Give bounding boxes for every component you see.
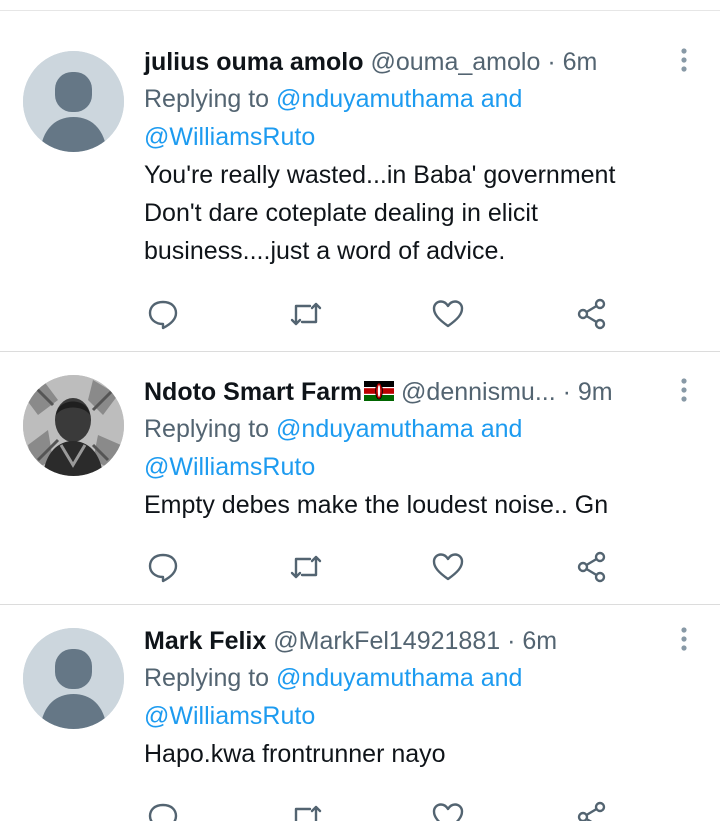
- avatar[interactable]: [23, 51, 124, 152]
- user-handle[interactable]: @dennismu...: [401, 378, 556, 406]
- retweet-icon[interactable]: [288, 549, 324, 585]
- share-icon[interactable]: [574, 549, 610, 585]
- replying-prefix: Replying to: [144, 415, 270, 443]
- tweet-header: Mark Felix @MarkFel14921881 · 6m: [144, 623, 720, 659]
- reply-icon[interactable]: [145, 799, 181, 821]
- tweet-text-line: Don't dare coteplate dealing in elicit: [144, 199, 538, 227]
- mention-conjunction: and: [480, 664, 523, 692]
- mention-link[interactable]: @nduyamuthama: [276, 85, 474, 113]
- tweet-3[interactable]: Mark Felix @MarkFel14921881 · 6m Replyin…: [0, 605, 720, 821]
- more-vertical-icon[interactable]: [674, 625, 694, 653]
- tweet-text-line: You're really wasted...in Baba' governme…: [144, 161, 616, 189]
- more-vertical-icon[interactable]: [674, 46, 694, 74]
- replying-to-second: @WilliamsRuto: [144, 118, 720, 156]
- user-handle[interactable]: @ouma_amolo: [370, 48, 540, 76]
- tweet-text-line: Empty debes make the loudest noise.. Gn: [144, 491, 609, 519]
- share-icon[interactable]: [574, 799, 610, 821]
- display-name[interactable]: julius ouma amolo: [144, 48, 363, 76]
- tweet-text-line: Hapo.kwa frontrunner nayo: [144, 740, 446, 768]
- heart-icon[interactable]: [430, 296, 466, 332]
- replying-to-second: @WilliamsRuto: [144, 697, 720, 735]
- more-vertical-icon[interactable]: [674, 376, 694, 404]
- timestamp[interactable]: 9m: [578, 378, 613, 406]
- replying-to-second: @WilliamsRuto: [144, 448, 720, 486]
- avatar[interactable]: [23, 375, 124, 476]
- timestamp[interactable]: 6m: [522, 627, 557, 655]
- avatar[interactable]: [23, 628, 124, 729]
- tweet-1[interactable]: julius ouma amolo @ouma_amolo · 6m Reply…: [0, 0, 720, 351]
- replying-prefix: Replying to: [144, 664, 270, 692]
- action-bar: [0, 549, 720, 589]
- replying-to: Replying to @nduyamuthama and: [144, 410, 720, 448]
- kenya-flag-icon: [364, 381, 395, 402]
- share-icon[interactable]: [574, 296, 610, 332]
- action-bar: [0, 799, 720, 821]
- retweet-icon[interactable]: [288, 296, 324, 332]
- retweet-icon[interactable]: [288, 799, 324, 821]
- mention-conjunction: and: [480, 415, 523, 443]
- separator-dot: ·: [547, 48, 556, 76]
- mention-link[interactable]: @WilliamsRuto: [144, 123, 315, 151]
- mention-link[interactable]: @nduyamuthama: [276, 415, 474, 443]
- separator-dot: ·: [507, 627, 516, 655]
- display-name[interactable]: Mark Felix: [144, 627, 266, 655]
- tweet-header: Ndoto Smart Farm @dennismu... · 9m: [144, 374, 720, 410]
- mention-link[interactable]: @WilliamsRuto: [144, 702, 315, 730]
- heart-icon[interactable]: [430, 549, 466, 585]
- default-avatar-icon: [23, 628, 124, 729]
- tweet-text: You're really wasted...in Baba' governme…: [144, 156, 720, 270]
- timestamp[interactable]: 6m: [563, 48, 598, 76]
- mention-link[interactable]: @nduyamuthama: [276, 664, 474, 692]
- tweet-header: julius ouma amolo @ouma_amolo · 6m: [144, 44, 720, 80]
- photo-avatar-icon: [23, 375, 124, 476]
- replying-prefix: Replying to: [144, 85, 270, 113]
- mention-conjunction: and: [480, 85, 523, 113]
- reply-icon[interactable]: [145, 296, 181, 332]
- default-avatar-icon: [23, 51, 124, 152]
- tweet-2[interactable]: Ndoto Smart Farm @dennismu... · 9m Reply…: [0, 352, 720, 604]
- user-handle[interactable]: @MarkFel14921881: [273, 627, 500, 655]
- replying-to: Replying to @nduyamuthama and: [144, 80, 720, 118]
- action-bar: [0, 296, 720, 336]
- mention-link[interactable]: @WilliamsRuto: [144, 453, 315, 481]
- separator-dot: ·: [562, 378, 571, 406]
- display-name[interactable]: Ndoto Smart Farm: [144, 378, 362, 406]
- reply-icon[interactable]: [145, 549, 181, 585]
- tweet-text: Empty debes make the loudest noise.. Gn: [144, 486, 720, 524]
- tweet-text-line: business....just a word of advice.: [144, 237, 506, 265]
- replying-to: Replying to @nduyamuthama and: [144, 659, 720, 697]
- tweet-text: Hapo.kwa frontrunner nayo: [144, 735, 720, 773]
- heart-icon[interactable]: [430, 799, 466, 821]
